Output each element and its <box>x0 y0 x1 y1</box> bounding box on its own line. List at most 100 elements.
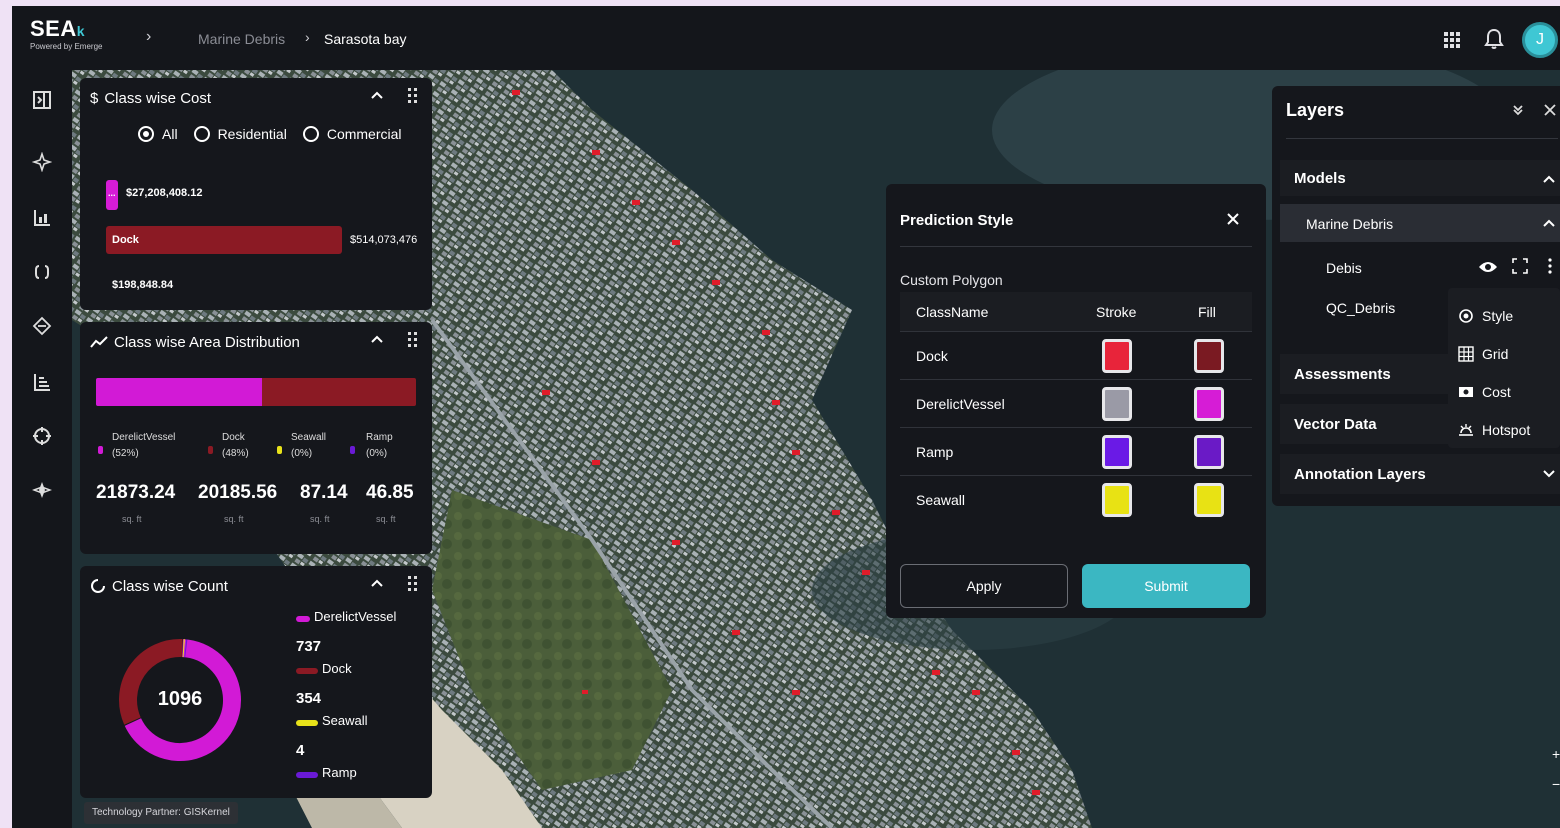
header-fill: Fill <box>1198 304 1216 320</box>
area-value-seawall: 87.14 <box>300 482 348 503</box>
close-icon[interactable] <box>1544 104 1556 116</box>
money-icon <box>1459 387 1473 397</box>
compass-icon[interactable] <box>30 478 54 502</box>
prediction-style-table: ClassName Stroke Fill Dock DerelictVesse… <box>900 292 1252 524</box>
drag-handle-icon[interactable] <box>408 88 418 104</box>
class-name: Ramp <box>916 444 954 460</box>
header-stroke: Stroke <box>1096 304 1137 320</box>
sparkle-icon[interactable] <box>30 150 54 174</box>
cost-filter-radios: All Residential Commercial <box>138 126 402 142</box>
area-unit: sq. ft <box>310 514 330 524</box>
apply-button[interactable]: Apply <box>900 564 1068 608</box>
menu-item-hotspot[interactable]: Hotspot <box>1458 422 1530 438</box>
area-distribution-bar[interactable] <box>96 378 416 406</box>
panel-toggle-icon[interactable] <box>30 88 54 112</box>
radio-commercial[interactable]: Commercial <box>302 126 402 142</box>
cost-bar-dock-label: Dock <box>112 234 139 246</box>
legend-dot-seawall <box>277 446 282 454</box>
section-annotation-layers[interactable]: Annotation Layers <box>1280 454 1560 494</box>
loading-circle-icon <box>91 579 105 593</box>
chevron-up-icon[interactable] <box>370 334 384 344</box>
area-unit: sq. ft <box>122 514 142 524</box>
fullscreen-icon[interactable] <box>1512 258 1528 274</box>
brackets-icon[interactable] <box>30 260 54 284</box>
sort-bars-icon[interactable] <box>30 370 54 394</box>
legend-swatch-dock <box>296 668 318 674</box>
zoom-out-icon[interactable]: − <box>1552 776 1560 792</box>
table-row: Ramp <box>900 428 1252 476</box>
count-legend-derelict: DerelictVessel <box>314 609 397 624</box>
chevron-up-icon[interactable] <box>370 578 384 588</box>
area-segment-derelictvessel[interactable] <box>96 378 263 406</box>
drag-handle-icon[interactable] <box>408 576 418 592</box>
target-icon[interactable] <box>30 424 54 448</box>
legend-dot-ramp <box>350 446 355 454</box>
radio-all[interactable]: All <box>138 126 178 142</box>
submit-button[interactable]: Submit <box>1082 564 1250 608</box>
menu-item-grid[interactable]: Grid <box>1458 346 1508 362</box>
class-name: Dock <box>916 348 948 364</box>
legend-seawall: Seawall (0%) <box>291 432 327 459</box>
more-vertical-icon[interactable] <box>1548 258 1552 274</box>
fill-color-picker[interactable] <box>1194 387 1224 421</box>
close-icon[interactable] <box>1226 212 1240 226</box>
area-unit: sq. ft <box>376 514 396 524</box>
section-models[interactable]: Models <box>1280 160 1560 196</box>
model-marine-debris[interactable]: Marine Debris <box>1280 204 1560 242</box>
menu-item-style[interactable]: Style <box>1447 300 1560 336</box>
fill-color-picker[interactable] <box>1194 339 1224 373</box>
breadcrumb-marine-debris[interactable]: Marine Debris <box>198 31 285 47</box>
legend-dot-derelict <box>98 446 103 454</box>
sunrise-icon <box>1459 424 1473 436</box>
menu-item-cost[interactable]: Cost <box>1458 384 1511 400</box>
chevron-right-icon: › <box>146 28 152 45</box>
app-logo[interactable]: SEAk Powered by Emerge <box>30 16 102 51</box>
layer-debis[interactable]: Debis <box>1326 260 1362 276</box>
count-total: 1096 <box>157 688 203 710</box>
bell-icon[interactable] <box>1484 28 1504 50</box>
count-value-dock: 354 <box>296 690 322 707</box>
legend-dock: Dock (48%) <box>222 432 249 459</box>
fill-color-picker[interactable] <box>1194 435 1224 469</box>
layers-title: Layers <box>1286 100 1345 120</box>
cost-bar-dock[interactable] <box>106 226 342 254</box>
class-name: Seawall <box>916 492 966 508</box>
technology-partner-badge: Technology Partner: GISKernel <box>84 802 238 824</box>
stroke-color-picker[interactable] <box>1102 387 1132 421</box>
stroke-color-picker[interactable] <box>1102 483 1132 517</box>
stroke-color-picker[interactable] <box>1102 435 1132 469</box>
fill-color-picker[interactable] <box>1194 483 1224 517</box>
chevron-up-icon <box>1543 175 1555 183</box>
class-wise-count-panel: Class wise Count 1096 <box>80 566 432 798</box>
count-legend-seawall: Seawall <box>322 713 368 728</box>
top-bar: SEAk Powered by Emerge › Marine Debris ›… <box>12 6 1560 70</box>
divider <box>900 246 1252 247</box>
user-avatar[interactable]: J <box>1522 22 1558 58</box>
table-row: Dock <box>900 332 1252 380</box>
panel-title: Class wise Count <box>112 577 228 595</box>
breadcrumb-sarasota-bay[interactable]: Sarasota bay <box>324 31 407 47</box>
stroke-color-picker[interactable] <box>1102 339 1132 373</box>
count-value-seawall: 4 <box>296 742 305 759</box>
divider <box>1286 138 1558 139</box>
dialog-title: Prediction Style <box>900 212 1014 229</box>
class-wise-cost-panel: $ Class wise Cost All Residential Commer… <box>80 78 432 310</box>
area-segment-dock[interactable] <box>262 378 416 406</box>
radio-residential[interactable]: Residential <box>193 126 287 142</box>
eye-icon[interactable] <box>1478 260 1498 274</box>
cost-value-derelict: $27,208,408.12 <box>126 187 203 199</box>
grid-icon <box>1458 346 1474 362</box>
zoom-in-icon[interactable]: + <box>1552 746 1560 762</box>
diamond-tools-icon[interactable] <box>30 314 54 338</box>
bar-chart-icon[interactable] <box>30 206 54 230</box>
table-row: DerelictVessel <box>900 380 1252 428</box>
cost-value-dock: $514,073,476 <box>350 234 418 246</box>
chevron-up-icon[interactable] <box>370 90 384 100</box>
drag-handle-icon[interactable] <box>408 332 418 348</box>
double-chevron-down-icon[interactable] <box>1512 104 1524 116</box>
area-unit: sq. ft <box>224 514 244 524</box>
legend-derelict: DerelictVessel (52%) <box>112 432 176 459</box>
area-value-derelict: 21873.24 <box>96 482 176 503</box>
layer-qc-debris[interactable]: QC_Debris <box>1326 300 1395 316</box>
apps-grid-icon[interactable] <box>1444 32 1460 48</box>
